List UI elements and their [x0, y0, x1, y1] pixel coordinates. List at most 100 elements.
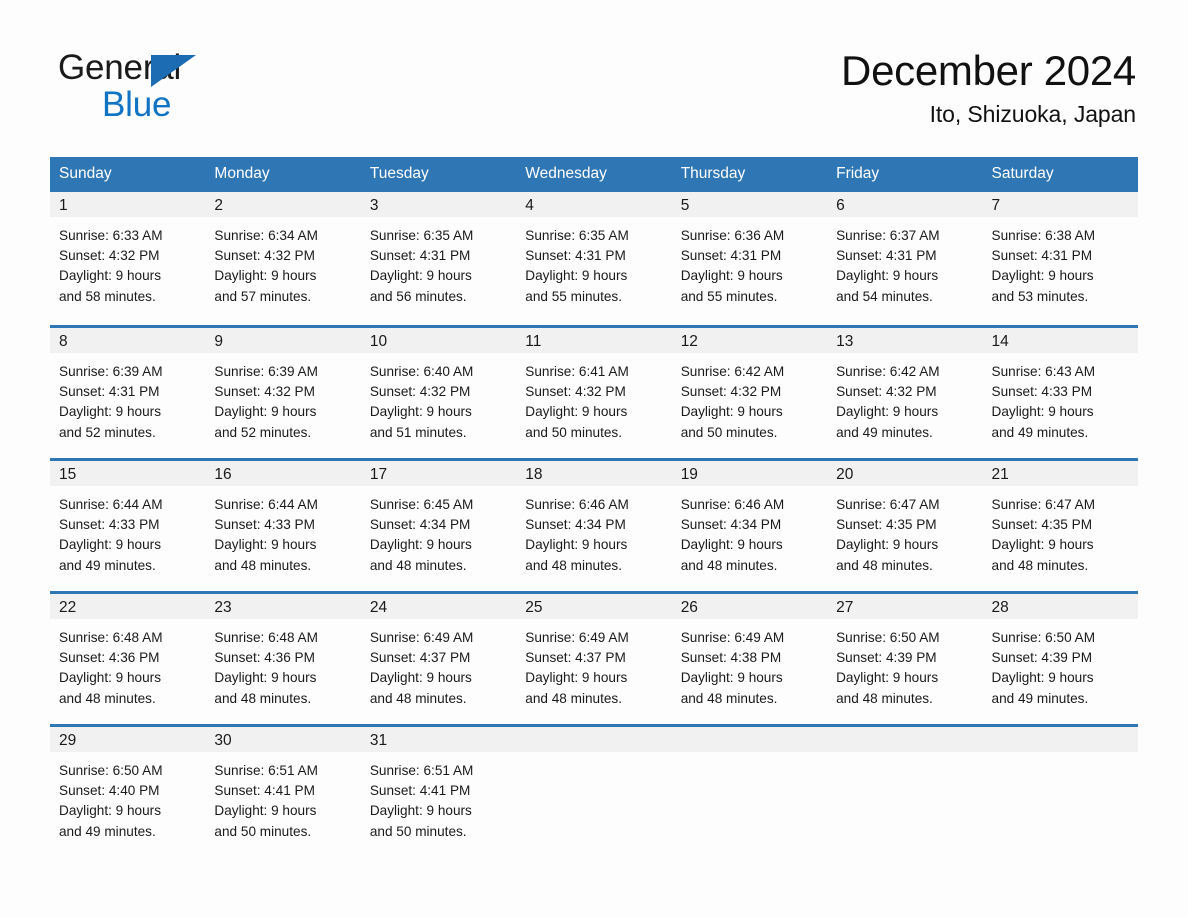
day-number: [671, 727, 828, 752]
calendar-cell: 28 Sunrise: 6:50 AM Sunset: 4:39 PM Dayligh…: [982, 591, 1138, 724]
calendar-cell: 12 Sunrise: 6:42 AM Sunset: 4:32 PM Dayligh…: [671, 325, 828, 458]
sunrise-text: Sunrise: 6:47 AM: [991, 497, 1096, 512]
sunset-text: Sunset: 4:33 PM: [991, 384, 1093, 400]
day-number: 2: [205, 192, 361, 217]
day-cell[interactable]: 2 Sunrise: 6:34 AM Sunset: 4:32 PM Daylight…: [205, 192, 361, 325]
sunrise-text: Sunrise: 6:35 AM: [525, 228, 629, 243]
calendar-cell: 15 Sunrise: 6:44 AM Sunset: 4:33 PM Dayligh…: [50, 458, 206, 591]
daylight-line1-text: Daylight: 9 hours: [836, 670, 939, 686]
day-cell[interactable]: 8 Sunrise: 6:39 AM Sunset: 4:31 PM Daylight…: [50, 325, 206, 458]
calendar-cell: 25 Sunrise: 6:49 AM Sunset: 4:37 PM Dayligh…: [516, 591, 672, 724]
day-cell[interactable]: 25 Sunrise: 6:49 AM Sunset: 4:37 PM Dayligh…: [516, 591, 672, 724]
daylight-line1-text: Daylight: 9 hours: [59, 670, 162, 686]
day-number: 23: [205, 594, 361, 619]
day-number: 29: [50, 727, 206, 752]
calendar-cell: 21 Sunrise: 6:47 AM Sunset: 4:35 PM Dayligh…: [982, 458, 1138, 591]
daylight-line1-text: Daylight: 9 hours: [214, 670, 317, 686]
day-cell[interactable]: 29 Sunrise: 6:50 AM Sunset: 4:40 PM Dayligh…: [50, 724, 206, 857]
day-cell[interactable]: 26 Sunrise: 6:49 AM Sunset: 4:38 PM Dayligh…: [671, 591, 828, 724]
sunset-text: Sunset: 4:32 PM: [214, 384, 315, 400]
sunset-text: Sunset: 4:31 PM: [680, 248, 782, 264]
sunrise-text: Sunrise: 6:41 AM: [525, 364, 629, 379]
calendar-table: Sunday Monday Tuesday Wednesday Thursday…: [50, 157, 1138, 857]
day-cell[interactable]: 11 Sunrise: 6:41 AM Sunset: 4:32 PM Dayligh…: [516, 325, 672, 458]
sunset-text: Sunset: 4:38 PM: [680, 650, 782, 666]
calendar-week-row: 15 Sunrise: 6:44 AM Sunset: 4:33 PM Dayligh…: [50, 458, 1138, 591]
day-cell[interactable]: 10 Sunrise: 6:40 AM Sunset: 4:32 PM Dayligh…: [360, 325, 517, 458]
day-cell[interactable]: 9 Sunrise: 6:39 AM Sunset: 4:32 PM Daylight…: [205, 325, 361, 458]
daylight-line2-text: and 48 minutes.: [214, 557, 312, 573]
sunrise-text: Sunrise: 6:38 AM: [991, 228, 1096, 243]
day-cell[interactable]: 24 Sunrise: 6:49 AM Sunset: 4:37 PM Dayligh…: [360, 591, 517, 724]
calendar-cell: 24 Sunrise: 6:49 AM Sunset: 4:37 PM Dayligh…: [360, 591, 517, 724]
sunset-text: Sunset: 4:32 PM: [680, 384, 782, 400]
day-number: 13: [827, 328, 983, 353]
day-cell[interactable]: 6 Sunrise: 6:37 AM Sunset: 4:31 PM Daylight…: [827, 192, 983, 325]
sunrise-text: Sunrise: 6:37 AM: [836, 228, 940, 243]
day-number: 10: [360, 328, 517, 353]
daylight-line1-text: Daylight: 9 hours: [525, 404, 628, 420]
day-cell[interactable]: 28 Sunrise: 6:50 AM Sunset: 4:39 PM Dayligh…: [982, 591, 1138, 724]
day-details: [827, 752, 982, 761]
day-cell[interactable]: 18 Sunrise: 6:46 AM Sunset: 4:34 PM Dayligh…: [516, 458, 672, 591]
day-cell[interactable]: 16 Sunrise: 6:44 AM Sunset: 4:33 PM Dayligh…: [205, 458, 361, 591]
day-number: 31: [360, 727, 517, 752]
day-cell[interactable]: 22 Sunrise: 6:48 AM Sunset: 4:36 PM Dayligh…: [50, 591, 206, 724]
daylight-line1-text: Daylight: 9 hours: [991, 268, 1094, 284]
weekday-header-tuesday: Tuesday: [360, 157, 517, 192]
day-cell[interactable]: 19 Sunrise: 6:46 AM Sunset: 4:34 PM Dayligh…: [671, 458, 828, 591]
day-cell[interactable]: 5 Sunrise: 6:36 AM Sunset: 4:31 PM Daylight…: [671, 192, 828, 325]
daylight-line2-text: and 52 minutes.: [59, 424, 156, 440]
sunset-text: Sunset: 4:31 PM: [525, 248, 626, 264]
sunrise-text: Sunrise: 6:34 AM: [214, 228, 318, 243]
daylight-line2-text: and 55 minutes.: [525, 288, 622, 304]
day-cell[interactable]: 15 Sunrise: 6:44 AM Sunset: 4:33 PM Dayligh…: [50, 458, 206, 591]
daylight-line1-text: Daylight: 9 hours: [680, 537, 783, 553]
daylight-line1-text: Daylight: 9 hours: [214, 537, 317, 553]
day-cell[interactable]: 3 Sunrise: 6:35 AM Sunset: 4:31 PM Daylight…: [360, 192, 517, 325]
daylight-line2-text: and 54 minutes.: [836, 288, 933, 304]
sunrise-text: Sunrise: 6:50 AM: [991, 630, 1096, 645]
daylight-line1-text: Daylight: 9 hours: [991, 537, 1094, 553]
sunset-text: Sunset: 4:32 PM: [369, 384, 471, 400]
calendar-cell: 6 Sunrise: 6:37 AM Sunset: 4:31 PM Daylight…: [827, 192, 983, 325]
day-cell[interactable]: 20 Sunrise: 6:47 AM Sunset: 4:35 PM Dayligh…: [827, 458, 983, 591]
calendar-cell: [671, 724, 828, 857]
day-cell[interactable]: 21 Sunrise: 6:47 AM Sunset: 4:35 PM Dayligh…: [982, 458, 1138, 591]
daylight-line2-text: and 48 minutes.: [525, 557, 622, 573]
weekday-header-wednesday: Wednesday: [516, 157, 672, 192]
daylight-line2-text: and 48 minutes.: [369, 690, 467, 706]
sunset-text: Sunset: 4:35 PM: [836, 517, 937, 533]
sunrise-text: Sunrise: 6:49 AM: [680, 630, 785, 645]
day-number: 21: [982, 461, 1138, 486]
day-cell[interactable]: 30 Sunrise: 6:51 AM Sunset: 4:41 PM Dayligh…: [205, 724, 361, 857]
day-cell[interactable]: 27 Sunrise: 6:50 AM Sunset: 4:39 PM Dayligh…: [827, 591, 983, 724]
day-number: 7: [982, 192, 1138, 217]
day-number: 11: [516, 328, 672, 353]
calendar-cell: 9 Sunrise: 6:39 AM Sunset: 4:32 PM Daylight…: [205, 325, 361, 458]
day-cell[interactable]: 23 Sunrise: 6:48 AM Sunset: 4:36 PM Dayligh…: [205, 591, 361, 724]
day-cell[interactable]: 1 Sunrise: 6:33 AM Sunset: 4:32 PM Daylight…: [50, 192, 206, 325]
day-cell[interactable]: 4 Sunrise: 6:35 AM Sunset: 4:31 PM Daylight…: [516, 192, 672, 325]
day-cell[interactable]: 31 Sunrise: 6:51 AM Sunset: 4:41 PM Dayligh…: [360, 724, 517, 857]
daylight-line2-text: and 48 minutes.: [214, 690, 312, 706]
daylight-line2-text: and 48 minutes.: [525, 690, 622, 706]
calendar-week-row: 1 Sunrise: 6:33 AM Sunset: 4:32 PM Daylight…: [50, 192, 1138, 325]
weekday-header-friday: Friday: [827, 157, 983, 192]
day-details: Sunrise: 6:43 AM Sunset: 4:33 PM Daylight:…: [983, 353, 1138, 443]
day-cell[interactable]: 12 Sunrise: 6:42 AM Sunset: 4:32 PM Dayligh…: [671, 325, 828, 458]
day-details: Sunrise: 6:35 AM Sunset: 4:31 PM Daylight:…: [361, 217, 516, 307]
day-cell[interactable]: 17 Sunrise: 6:45 AM Sunset: 4:34 PM Dayligh…: [360, 458, 517, 591]
day-number: 19: [671, 461, 828, 486]
day-number: 3: [360, 192, 517, 217]
daylight-line2-text: and 53 minutes.: [991, 288, 1089, 304]
daylight-line2-text: and 49 minutes.: [59, 823, 156, 839]
day-cell[interactable]: 7 Sunrise: 6:38 AM Sunset: 4:31 PM Daylight…: [982, 192, 1138, 325]
sunset-text: Sunset: 4:32 PM: [836, 384, 937, 400]
calendar-cell: [982, 724, 1138, 857]
day-cell[interactable]: 13 Sunrise: 6:42 AM Sunset: 4:32 PM Dayligh…: [827, 325, 983, 458]
day-details: Sunrise: 6:42 AM Sunset: 4:32 PM Daylight:…: [672, 353, 827, 443]
calendar-cell: 19 Sunrise: 6:46 AM Sunset: 4:34 PM Dayligh…: [671, 458, 828, 591]
day-cell[interactable]: 14 Sunrise: 6:43 AM Sunset: 4:33 PM Dayligh…: [982, 325, 1138, 458]
calendar-cell: 7 Sunrise: 6:38 AM Sunset: 4:31 PM Daylight…: [982, 192, 1138, 325]
